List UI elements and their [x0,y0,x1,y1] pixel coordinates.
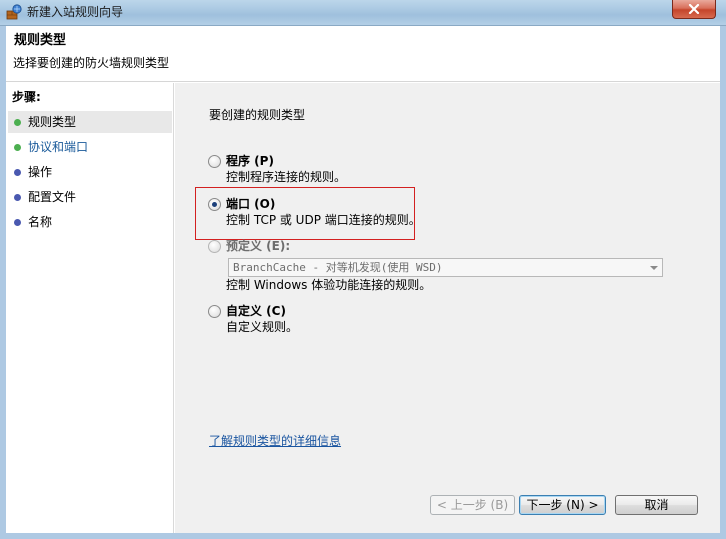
step-status-icon [14,169,21,176]
option-predefined-label[interactable]: 预定义 (E): [226,238,290,254]
step-label: 名称 [28,215,53,229]
radio-port[interactable] [208,198,221,211]
option-port-label[interactable]: 端口 (O) [226,196,275,212]
predefined-select-value: BranchCache - 对等机发现(使用 WSD) [233,261,443,274]
window-title: 新建入站规则向导 [27,5,124,19]
step-status-icon [14,219,21,226]
title-bar[interactable]: 新建入站规则向导 [0,0,726,26]
step-label: 操作 [28,165,53,179]
step-label: 规则类型 [28,115,77,129]
content-pane: 要创建的规则类型 程序 (P) 控制程序连接的规则。 端口 (O) 控制 TCP… [175,83,720,533]
step-protocol-ports[interactable]: 协议和端口 [8,136,172,158]
chevron-down-icon [650,266,658,270]
back-button[interactable]: < 上一步 (B) [430,495,515,515]
page-subtitle: 选择要创建的防火墙规则类型 [13,56,170,70]
firewall-wizard-icon [6,4,22,20]
option-custom-label[interactable]: 自定义 (C) [226,303,286,319]
learn-more-link[interactable]: 了解规则类型的详细信息 [209,433,341,449]
steps-heading: 步骤: [12,90,41,104]
option-predefined-description: 控制 Windows 体验功能连接的规则。 [226,278,432,292]
radio-custom[interactable] [208,305,221,318]
step-rule-type: 规则类型 [8,111,172,133]
step-action: 操作 [8,161,172,183]
next-button[interactable]: 下一步 (N) > [519,495,606,515]
close-icon [688,4,700,14]
option-program-label[interactable]: 程序 (P) [226,153,274,169]
predefined-select[interactable]: BranchCache - 对等机发现(使用 WSD) [228,258,663,277]
cancel-button[interactable]: 取消 [615,495,698,515]
step-name: 名称 [8,211,172,233]
option-port-description: 控制 TCP 或 UDP 端口连接的规则。 [226,213,421,227]
rule-type-prompt: 要创建的规则类型 [209,108,306,122]
option-program-description: 控制程序连接的规则。 [226,170,347,184]
step-profile: 配置文件 [8,186,172,208]
step-status-icon [14,144,21,151]
radio-predefined[interactable] [208,240,221,253]
step-status-icon [14,194,21,201]
option-custom-description: 自定义规则。 [226,320,299,334]
step-status-icon [14,119,21,126]
close-button[interactable] [672,0,716,19]
step-label: 协议和端口 [28,140,89,154]
page-title: 规则类型 [14,33,67,48]
wizard-header: 规则类型 选择要创建的防火墙规则类型 [6,27,720,82]
step-label: 配置文件 [28,190,77,204]
radio-program[interactable] [208,155,221,168]
steps-pane: 步骤: 规则类型 协议和端口 操作 配置文件 名称 [6,83,174,533]
